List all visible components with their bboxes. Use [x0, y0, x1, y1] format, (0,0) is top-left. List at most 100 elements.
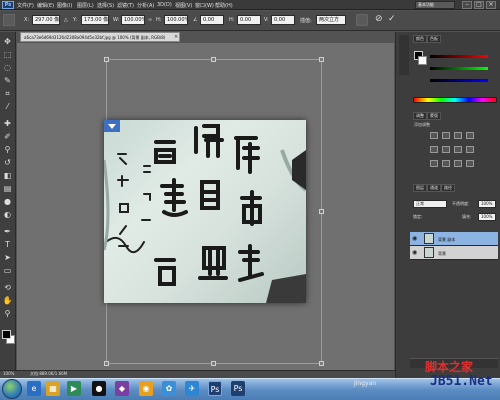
menu-window[interactable]: 窗口(W): [195, 2, 214, 9]
vibrance-icon[interactable]: [430, 146, 438, 153]
3d-rotate-icon[interactable]: ⟲: [2, 282, 13, 293]
menu-3d[interactable]: 3D(D): [157, 2, 172, 8]
blue-slider[interactable]: [430, 79, 488, 82]
ie-browser-icon[interactable]: e: [27, 381, 41, 396]
fill-field[interactable]: 100%: [478, 213, 496, 221]
x-field[interactable]: 297.00 像: [32, 15, 60, 25]
close-icon[interactable]: ×: [486, 1, 496, 9]
panel-background-swatch[interactable]: [418, 56, 427, 65]
explorer-folder-icon[interactable]: ▦: [46, 381, 60, 396]
workspace-switcher[interactable]: 基本功能: [415, 1, 455, 9]
invert-icon[interactable]: [430, 160, 438, 167]
tab-swatches[interactable]: 色板: [427, 35, 441, 43]
menu-file[interactable]: 文件(F): [17, 2, 34, 9]
app-icon[interactable]: ◆: [115, 381, 129, 396]
start-button[interactable]: [2, 379, 22, 399]
dodge-tool-icon[interactable]: ◐: [2, 209, 13, 220]
blur-tool-icon[interactable]: ●: [2, 196, 13, 207]
levels-icon[interactable]: [442, 132, 450, 139]
curves-icon[interactable]: [454, 132, 462, 139]
move-tool-icon[interactable]: ✥: [2, 36, 13, 47]
commit-transform-icon[interactable]: ✓: [388, 14, 396, 24]
type-tool-icon[interactable]: T: [2, 239, 13, 250]
eyedropper-icon[interactable]: ⁄: [2, 101, 13, 112]
document-info[interactable]: 文档:889.0K/1.66M: [30, 371, 67, 377]
gradient-map-icon[interactable]: [466, 160, 474, 167]
red-slider[interactable]: [430, 55, 488, 58]
transform-handle[interactable]: [319, 361, 324, 366]
menu-image[interactable]: 图像(I): [57, 2, 72, 9]
photoshop-taskbar-icon[interactable]: Ps: [208, 381, 222, 396]
tab-masks[interactable]: 蒙版: [427, 112, 441, 120]
crop-tool-icon[interactable]: ⌗: [2, 88, 13, 99]
healing-brush-icon[interactable]: ✚: [2, 118, 13, 129]
y-field[interactable]: 173.00 像: [81, 15, 109, 25]
tab-paths[interactable]: 路径: [441, 184, 455, 192]
angle-field[interactable]: 0.00: [200, 15, 224, 25]
exposure-icon[interactable]: [466, 132, 474, 139]
height-field[interactable]: 100.00%: [164, 15, 188, 25]
transform-tool-icon[interactable]: [3, 14, 15, 26]
menu-view[interactable]: 视图(V): [175, 2, 192, 9]
clone-stamp-icon[interactable]: ⚲: [2, 144, 13, 155]
width-field[interactable]: 100.00%: [121, 15, 145, 25]
transform-handle[interactable]: [104, 361, 109, 366]
media-player-icon[interactable]: ▶: [67, 381, 81, 396]
eye-icon[interactable]: ◉: [412, 235, 417, 242]
document-tab[interactable]: a6ca73e6d69d3126d2308a094d5e32bf.jpg @ 1…: [20, 32, 180, 42]
zoom-tool-icon[interactable]: ⚲: [2, 308, 13, 319]
opacity-field[interactable]: 100%: [478, 200, 496, 208]
pen-tool-icon[interactable]: ✒: [2, 226, 13, 237]
foreground-color-swatch[interactable]: [2, 330, 11, 339]
path-select-icon[interactable]: ➤: [2, 252, 13, 263]
lasso-tool-icon[interactable]: ◌: [2, 62, 13, 73]
tab-layers[interactable]: 图层: [413, 184, 427, 192]
transform-handle[interactable]: [211, 361, 216, 366]
delta-icon[interactable]: △: [64, 17, 68, 23]
transform-handle[interactable]: [211, 57, 216, 62]
warp-icon[interactable]: [356, 14, 368, 26]
link-icon[interactable]: ∞: [148, 17, 152, 23]
threshold-icon[interactable]: [454, 160, 462, 167]
menu-edit[interactable]: 编辑(E): [37, 2, 54, 9]
color-spectrum-bar[interactable]: [413, 97, 497, 103]
close-document-icon[interactable]: ×: [174, 34, 178, 40]
menu-analysis[interactable]: 分析(A): [137, 2, 154, 9]
maximize-icon[interactable]: □: [474, 1, 484, 9]
marquee-tool-icon[interactable]: ⬚: [2, 49, 13, 60]
green-slider[interactable]: [430, 67, 488, 70]
h-skew-field[interactable]: 0.00: [237, 15, 261, 25]
shape-tool-icon[interactable]: ▭: [2, 265, 13, 276]
tab-color[interactable]: 颜色: [413, 35, 427, 43]
cancel-transform-icon[interactable]: ⊘: [375, 14, 383, 24]
hand-tool-icon[interactable]: ✋: [2, 295, 13, 306]
eraser-tool-icon[interactable]: ◧: [2, 170, 13, 181]
hue-saturation-icon[interactable]: [442, 146, 450, 153]
quick-select-icon[interactable]: ✎: [2, 75, 13, 86]
thunder-icon[interactable]: ✈: [185, 381, 199, 396]
settings-icon[interactable]: ✿: [162, 381, 176, 396]
menu-select[interactable]: 选择(S): [97, 2, 114, 9]
v-skew-field[interactable]: 0.00: [271, 15, 295, 25]
layer-row-background-copy[interactable]: ◉ 背景 副本: [410, 232, 498, 246]
panel-collapse-strip[interactable]: [399, 35, 409, 75]
menu-filter[interactable]: 滤镜(T): [117, 2, 134, 9]
layer-row-background[interactable]: ◉ 背景: [410, 246, 498, 260]
brightness-icon[interactable]: [430, 132, 438, 139]
zoom-level[interactable]: 100%: [3, 371, 14, 376]
tab-adjustments[interactable]: 调整: [413, 112, 427, 120]
menu-help[interactable]: 帮助(H): [215, 2, 233, 9]
transform-handle[interactable]: [319, 57, 324, 62]
menu-layer[interactable]: 图层(L): [77, 2, 94, 9]
posterize-icon[interactable]: [442, 160, 450, 167]
color-balance-icon[interactable]: [454, 146, 462, 153]
tab-channels[interactable]: 通道: [427, 184, 441, 192]
interpolation-select[interactable]: 两次立方: [316, 15, 346, 25]
black-white-icon[interactable]: [466, 146, 474, 153]
blend-mode-select[interactable]: 正常: [413, 200, 447, 208]
browser-icon[interactable]: ◉: [139, 381, 153, 396]
history-brush-icon[interactable]: ↺: [2, 157, 13, 168]
brush-tool-icon[interactable]: ✐: [2, 131, 13, 142]
gradient-tool-icon[interactable]: ▤: [2, 183, 13, 194]
transform-handle[interactable]: [319, 209, 324, 214]
